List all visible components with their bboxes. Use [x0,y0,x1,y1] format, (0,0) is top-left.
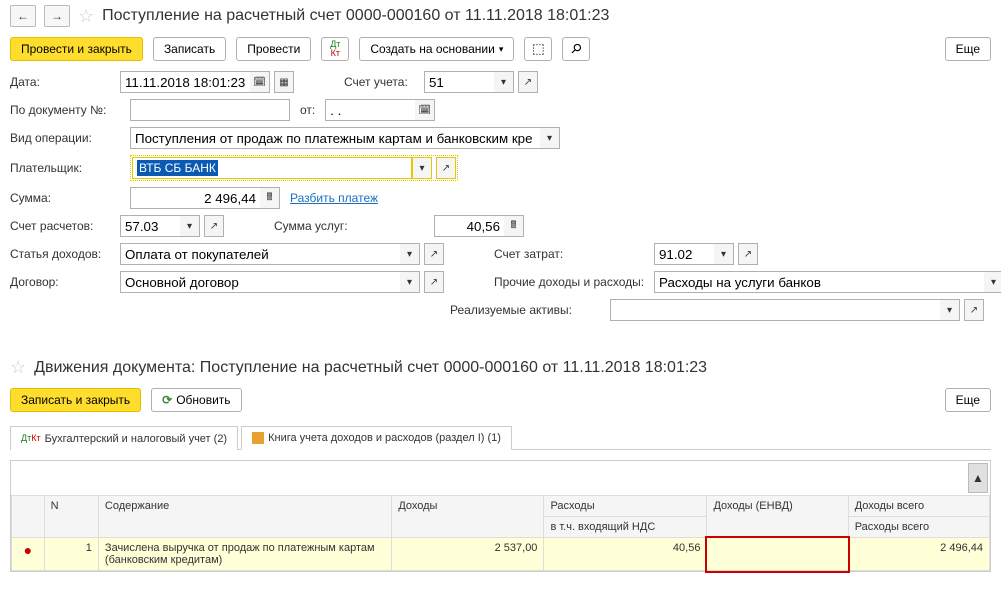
from-label: от: [300,103,315,117]
account-open-button[interactable]: ↗ [518,71,538,93]
th-income-envd: Доходы (ЕНВД) [707,496,848,538]
cell-income: 2 537,00 [392,538,544,571]
book-icon [252,432,264,444]
from-date-input[interactable] [325,99,415,121]
settle-label: Счет расчетов: [10,219,120,233]
cell-income-total: 2 496,44 [848,538,989,571]
more-button[interactable]: Еще [945,37,991,61]
contract-dd-button[interactable]: ▾ [400,271,420,293]
assets-label: Реализуемые активы: [450,303,610,317]
docnum-label: По документу №: [10,103,120,117]
payer-input[interactable]: ВТБ СБ БАНК [132,157,412,179]
structure-button[interactable]: ⬚ [524,37,552,61]
nav-fwd-button[interactable]: → [44,5,70,27]
cell-content: Зачислена выручка от продаж по платежным… [98,538,391,571]
expense-acc-open-button[interactable]: ↗ [738,243,758,265]
postings-button[interactable]: ДтКт [321,37,349,61]
star-icon-2[interactable]: ☆ [10,357,26,378]
paperclip-icon: ⚲ [567,40,585,58]
th-income: Доходы [392,496,544,538]
date-label: Дата: [10,75,120,89]
row-marker-icon: ● [24,542,32,558]
other-label: Прочие доходы и расходы: [494,275,654,289]
page-title: Поступление на расчетный счет 0000-00016… [102,7,609,25]
income-open-button[interactable]: ↗ [424,243,444,265]
account-input[interactable] [424,71,494,93]
th-content: Содержание [98,496,391,538]
settle-open-button[interactable]: ↗ [204,215,224,237]
th-n: N [44,496,98,538]
payer-dd-button[interactable]: ▾ [412,157,432,179]
sum-label: Сумма: [10,191,120,205]
dtdk-icon: ДтКт [330,40,340,58]
settle-dd-button[interactable]: ▾ [180,215,200,237]
dtdk-icon-2: ДтКт [21,434,41,443]
contract-open-button[interactable]: ↗ [424,271,444,293]
payer-label: Плательщик: [10,161,120,175]
optype-label: Вид операции: [10,131,120,145]
income-label: Статья доходов: [10,247,120,261]
account-dd-button[interactable]: ▾ [494,71,514,93]
settle-input[interactable] [120,215,180,237]
th-expense-total: Расходы всего [848,517,989,538]
cell-n: 1 [44,538,98,571]
more-button-2[interactable]: Еще [945,388,991,412]
tab-income-book[interactable]: Книга учета доходов и расходов (раздел I… [241,426,512,450]
th-vat: в т.ч. входящий НДС [544,517,707,538]
svc-sum-input[interactable] [434,215,504,237]
expense-acc-input[interactable] [654,243,714,265]
nav-back-button[interactable]: ← [10,5,36,27]
refresh-button[interactable]: ⟳ Обновить [151,388,241,412]
create-based-button[interactable]: Создать на основании ▾ [359,37,514,61]
optype-input[interactable] [130,127,540,149]
payer-open-button[interactable]: ↗ [436,157,456,179]
other-input[interactable] [654,271,984,293]
split-payment-link[interactable]: Разбить платеж [290,191,378,205]
calendar-icon[interactable]: 🗓 [250,71,270,93]
assets-input[interactable] [610,299,940,321]
th-expense: Расходы [544,496,707,517]
table-row[interactable]: ● 1 Зачислена выручка от продаж по плате… [12,538,990,571]
assets-dd-button[interactable]: ▾ [940,299,960,321]
from-calendar-icon[interactable]: 🗓 [415,99,435,121]
save-close-button[interactable]: Записать и закрыть [10,388,141,412]
optype-dd-button[interactable]: ▾ [540,127,560,149]
apply-button[interactable]: Провести [236,37,311,61]
docnum-input[interactable] [130,99,290,121]
cell-expense: 40,56 [544,538,707,571]
date-extra-button[interactable]: ▦ [274,71,294,93]
refresh-icon: ⟳ [162,393,172,407]
cell-income-envd [707,538,848,571]
scroll-handle[interactable]: ▲ [968,463,988,493]
attach-button[interactable]: ⚲ [562,37,590,61]
account-label: Счет учета: [344,75,424,89]
section2-title: Движения документа: Поступление на расче… [34,359,707,377]
income-input[interactable] [120,243,400,265]
contract-label: Договор: [10,275,120,289]
sum-calc-icon[interactable]: 🖩 [260,187,280,209]
star-icon[interactable]: ☆ [78,6,94,27]
assets-open-button[interactable]: ↗ [964,299,984,321]
th-marker [12,496,45,538]
tab-accounting[interactable]: ДтКт Бухгалтерский и налоговый учет (2) [10,426,238,450]
expense-acc-dd-button[interactable]: ▾ [714,243,734,265]
th-income-total: Доходы всего [848,496,989,517]
svc-calc-icon[interactable]: 🖩 [504,215,524,237]
income-dd-button[interactable]: ▾ [400,243,420,265]
date-input[interactable] [120,71,250,93]
sum-input[interactable] [130,187,260,209]
apply-close-button[interactable]: Провести и закрыть [10,37,143,61]
movements-table: ▲ N Содержание Доходы Расходы Доходы (ЕН… [10,460,991,572]
other-dd-button[interactable]: ▾ [984,271,1001,293]
save-button[interactable]: Записать [153,37,226,61]
contract-input[interactable] [120,271,400,293]
svc-sum-label: Сумма услуг: [274,219,434,233]
expense-acc-label: Счет затрат: [494,247,654,261]
